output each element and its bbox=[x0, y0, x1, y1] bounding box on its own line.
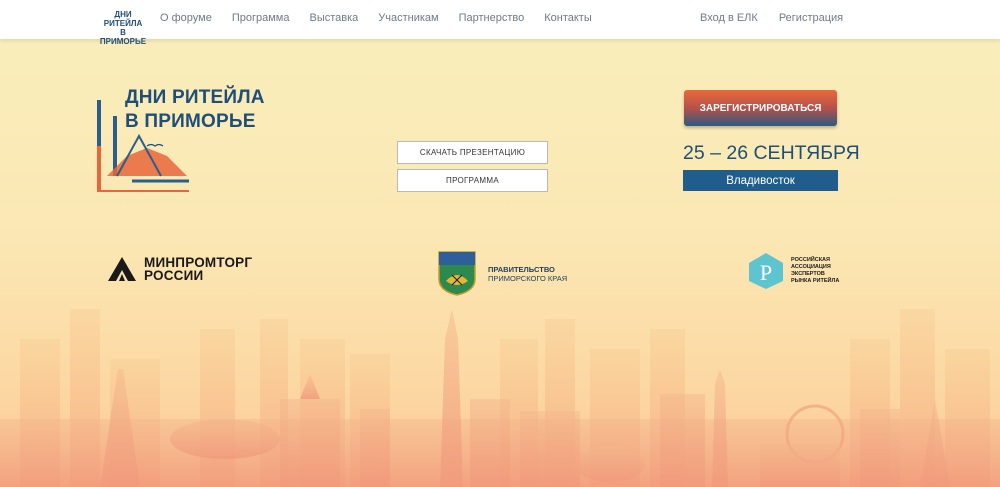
top-navbar: ДНИ РИТЕЙЛА В ПРИМОРЬЕ О форуме Программ… bbox=[0, 0, 1000, 46]
nav-links: О форуме Программа Выставка Участникам П… bbox=[160, 12, 612, 24]
minpromtorg-text: МИНПРОМТОРГ РОССИИ bbox=[144, 256, 252, 283]
hero-section: ДНИ РИТЕЙЛА В ПРИМОРЬЕ СКАЧАТЬ ПРЕЗЕНТАЦ… bbox=[0, 39, 1000, 487]
partner-minpromtorg[interactable]: МИНПРОМТОРГ РОССИИ bbox=[107, 256, 252, 282]
retail-experts-association-text: РОССИЙСКАЯ АССОЦИАЦИЯ ЭКСПЕРТОВ РЫНКА РИ… bbox=[791, 257, 839, 285]
primorsky-government-line1: ПРАВИТЕЛЬСТВО bbox=[488, 264, 555, 274]
forum-title-line2: В ПРИМОРЬЕ bbox=[125, 111, 256, 132]
nav-register-link[interactable]: Регистрация bbox=[779, 12, 843, 24]
program-button[interactable]: ПРОГРАММА bbox=[397, 169, 548, 192]
nav-link-about[interactable]: О форуме bbox=[160, 12, 212, 24]
nav-login-link[interactable]: Вход в ЕЛК bbox=[700, 12, 758, 24]
primorsky-government-line2: ПРИМОРСКОГО КРАЯ bbox=[488, 273, 568, 283]
nav-link-program[interactable]: Программа bbox=[232, 12, 290, 24]
primorsky-coat-of-arms-icon bbox=[438, 251, 476, 296]
forum-title-line1: ДНИ РИТЕЙЛА bbox=[125, 87, 265, 108]
minpromtorg-emblem-icon bbox=[108, 257, 136, 281]
download-presentation-button[interactable]: СКАЧАТЬ ПРЕЗЕНТАЦИЮ bbox=[397, 141, 548, 164]
nav-account-links: Вход в ЕЛК Регистрация bbox=[700, 12, 864, 24]
partner-retail-experts-association[interactable]: Р РОССИЙСКАЯ АССОЦИАЦИЯ ЭКСПЕРТОВ РЫНКА … bbox=[746, 251, 839, 291]
retail-experts-association-logo-icon: Р bbox=[749, 253, 783, 289]
nav-logo-line2: В ПРИМОРЬЕ bbox=[99, 28, 147, 46]
nav-link-exhibition[interactable]: Выставка bbox=[309, 12, 358, 24]
rae-line2: АССОЦИАЦИЯ bbox=[791, 264, 831, 270]
partner-primorsky-government[interactable]: ПРАВИТЕЛЬСТВО ПРИМОРСКОГО КРАЯ bbox=[438, 251, 567, 296]
rae-line4: РЫНКА РИТЕЙЛА bbox=[791, 278, 840, 284]
nav-link-contacts[interactable]: Контакты bbox=[544, 12, 592, 24]
forum-title: ДНИ РИТЕЙЛА В ПРИМОРЬЕ bbox=[125, 86, 265, 134]
nav-link-partnership[interactable]: Партнерство bbox=[459, 12, 525, 24]
rae-line1: РОССИЙСКАЯ bbox=[791, 257, 830, 263]
register-button[interactable]: ЗАРЕГИСТРИРОВАТЬСЯ bbox=[684, 90, 837, 126]
nav-logo[interactable]: ДНИ РИТЕЙЛА В ПРИМОРЬЕ bbox=[98, 10, 148, 46]
nav-link-participants[interactable]: Участникам bbox=[378, 12, 438, 24]
rae-line3: ЭКСПЕРТОВ bbox=[791, 271, 825, 277]
primorsky-government-text: ПРАВИТЕЛЬСТВО ПРИМОРСКОГО КРАЯ bbox=[488, 265, 567, 283]
nav-logo-line1: ДНИ РИТЕЙЛА bbox=[103, 10, 143, 28]
event-city: Владивосток bbox=[683, 170, 838, 191]
event-dates: 25 – 26 СЕНТЯБРЯ bbox=[683, 142, 860, 164]
minpromtorg-line2: РОССИИ bbox=[144, 268, 204, 283]
svg-text:Р: Р bbox=[760, 260, 772, 285]
